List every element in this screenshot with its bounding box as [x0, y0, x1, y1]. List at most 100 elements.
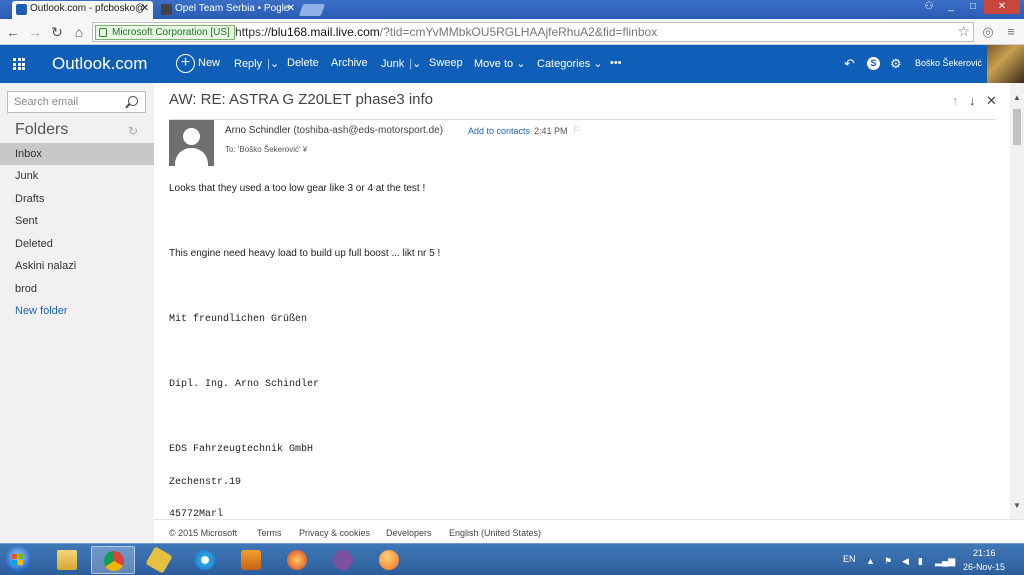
sender-name[interactable]: Arno Schindler	[225, 125, 291, 136]
categories-button[interactable]: Categories ⌄	[537, 57, 602, 70]
folder-brod[interactable]: brod	[0, 278, 154, 300]
orange-app-icon	[379, 550, 399, 570]
recipient-line[interactable]: To: 'Boško Šekerović' ¥	[225, 145, 307, 154]
tab-close-icon[interactable]: ✕	[287, 3, 295, 14]
tab-opel-team[interactable]: Opel Team Serbia • Pogle ✕	[157, 1, 299, 19]
scroll-up-icon[interactable]: ▲	[1010, 91, 1024, 105]
folder-inbox[interactable]: Inbox	[0, 143, 154, 165]
maximize-button[interactable]: □	[962, 0, 984, 14]
folder-icon	[57, 550, 77, 570]
clock-time[interactable]: 21:16	[973, 548, 996, 558]
message-time: 2:41 PM	[534, 126, 568, 136]
chevron-down-icon[interactable]: ⌄	[412, 58, 421, 70]
forward-arrow-icon[interactable]: →	[26, 23, 44, 41]
tab-title: Opel Team Serbia • Pogle	[175, 3, 290, 14]
clock-date[interactable]: 26-Nov-15	[963, 562, 1005, 572]
next-message-icon[interactable]: ↓	[969, 93, 976, 108]
user-profile-icon[interactable]: ⚇	[918, 0, 940, 14]
taskbar-tools[interactable]	[137, 546, 181, 574]
folder-drafts[interactable]: Drafts	[0, 188, 154, 210]
previous-message-icon[interactable]: ↑	[952, 93, 959, 108]
taskbar-chrome[interactable]	[91, 546, 135, 574]
reply-label: Reply	[234, 58, 263, 70]
url-text[interactable]: https://blu168.mail.live.com/?tid=cmYvMM…	[235, 25, 657, 39]
extension-icon[interactable]: ◎	[979, 23, 997, 41]
reply-button[interactable]: Reply |⌄	[234, 57, 279, 70]
vertical-scrollbar[interactable]: ▲ ▼	[1010, 83, 1024, 519]
language-indicator[interactable]: EN	[843, 554, 856, 564]
back-arrow-icon[interactable]: ←	[4, 23, 22, 41]
add-to-contacts-link[interactable]: Add to contacts	[468, 126, 530, 136]
tools-icon	[145, 546, 173, 574]
close-icon[interactable]: ✕	[986, 93, 997, 109]
taskbar-app2[interactable]	[367, 546, 411, 574]
junk-button[interactable]: Junk |⌄	[381, 57, 421, 70]
folder-sent[interactable]: Sent	[0, 210, 154, 232]
flag-icon[interactable]: ⚑	[884, 556, 892, 567]
flag-icon[interactable]: ⚐	[572, 125, 581, 136]
categories-label: Categories	[537, 58, 591, 70]
archive-button[interactable]: Archive	[331, 57, 368, 69]
body-line: Dipl. Ing. Arno Schindler	[169, 379, 320, 390]
privacy-link[interactable]: Privacy & cookies	[299, 528, 370, 538]
window-controls: ⚇ _ □ ✕	[918, 0, 1020, 14]
home-icon[interactable]: ⌂	[70, 23, 88, 41]
gear-icon[interactable]: ⚙	[890, 56, 902, 72]
browser-toolbar: ← → ↻ ⌂ Microsoft Corporation [US] https…	[0, 19, 1024, 45]
search-icon[interactable]	[128, 96, 138, 106]
user-name[interactable]: Boško Šekerović	[915, 58, 982, 68]
scroll-down-icon[interactable]: ▼	[1010, 499, 1024, 513]
folder-pane: Folders ↻ Inbox Junk Drafts Sent Deleted…	[0, 83, 154, 543]
browser-tab-strip: Outlook.com - pfcbosko@ ✕ Opel Team Serb…	[0, 0, 1024, 19]
junk-label: Junk	[381, 58, 405, 70]
search-input[interactable]	[14, 95, 124, 109]
new-folder-link[interactable]: New folder	[0, 300, 154, 322]
tab-outlook[interactable]: Outlook.com - pfcbosko@ ✕	[12, 1, 153, 19]
taskbar-media[interactable]	[229, 546, 273, 574]
network-signal-icon[interactable]: ▂▄▆	[935, 556, 955, 567]
chevron-down-icon[interactable]: ⌄	[270, 58, 279, 70]
delete-button[interactable]: Delete	[287, 57, 319, 69]
more-actions-button[interactable]: •••	[610, 57, 622, 69]
folder-askini-nalazi[interactable]: Askini nalazi	[0, 255, 154, 277]
address-bar[interactable]: Microsoft Corporation [US] https://blu16…	[92, 22, 974, 42]
new-tab-button[interactable]	[298, 4, 326, 16]
reload-icon[interactable]: ↻	[48, 23, 66, 41]
new-plus-icon[interactable]: +	[176, 54, 195, 73]
sweep-button[interactable]: Sweep	[429, 57, 463, 69]
tab-close-icon[interactable]: ✕	[141, 3, 149, 14]
device-icon[interactable]: ▮	[918, 556, 923, 567]
folder-junk[interactable]: Junk	[0, 165, 154, 187]
windows-taskbar: EN ▲ ⚑ ◀ ▮ ▂▄▆ 21:16 26-Nov-15	[0, 543, 1024, 575]
undo-icon[interactable]: ↶	[844, 56, 855, 72]
body-line: Mit freundlichen Grüßen	[169, 314, 308, 325]
close-window-button[interactable]: ✕	[984, 0, 1020, 14]
menu-icon[interactable]: ≡	[1002, 23, 1020, 41]
app-launcher-button[interactable]	[0, 45, 38, 83]
developers-link[interactable]: Developers	[386, 528, 432, 538]
start-button[interactable]	[4, 546, 32, 574]
refresh-icon[interactable]: ↻	[128, 124, 138, 138]
body-line: This engine need heavy load to build up …	[169, 248, 441, 259]
scroll-thumb[interactable]	[1013, 109, 1021, 145]
language-link[interactable]: English (United States)	[449, 528, 541, 538]
folder-deleted[interactable]: Deleted	[0, 233, 154, 255]
chrome-icon	[104, 551, 124, 571]
volume-icon[interactable]: ◀	[902, 556, 909, 567]
taskbar-app[interactable]	[275, 546, 319, 574]
terms-link[interactable]: Terms	[257, 528, 282, 538]
move-to-button[interactable]: Move to ⌄	[474, 57, 525, 70]
ev-certificate-badge[interactable]: Microsoft Corporation [US]	[95, 25, 235, 40]
minimize-button[interactable]: _	[940, 0, 962, 14]
bookmark-star-icon[interactable]: ☆	[957, 23, 970, 40]
skype-icon[interactable]: S	[867, 57, 880, 70]
new-button[interactable]: New	[198, 57, 220, 69]
taskbar-viber[interactable]	[321, 546, 365, 574]
outlook-brand[interactable]: Outlook.com	[52, 54, 147, 74]
avatar[interactable]	[987, 45, 1024, 83]
show-hidden-icons-icon[interactable]: ▲	[866, 556, 875, 566]
taskbar-explorer[interactable]	[45, 546, 89, 574]
url-scheme: https://	[235, 25, 272, 39]
taskbar-ie[interactable]	[183, 546, 227, 574]
copyright: © 2015 Microsoft	[169, 528, 238, 538]
